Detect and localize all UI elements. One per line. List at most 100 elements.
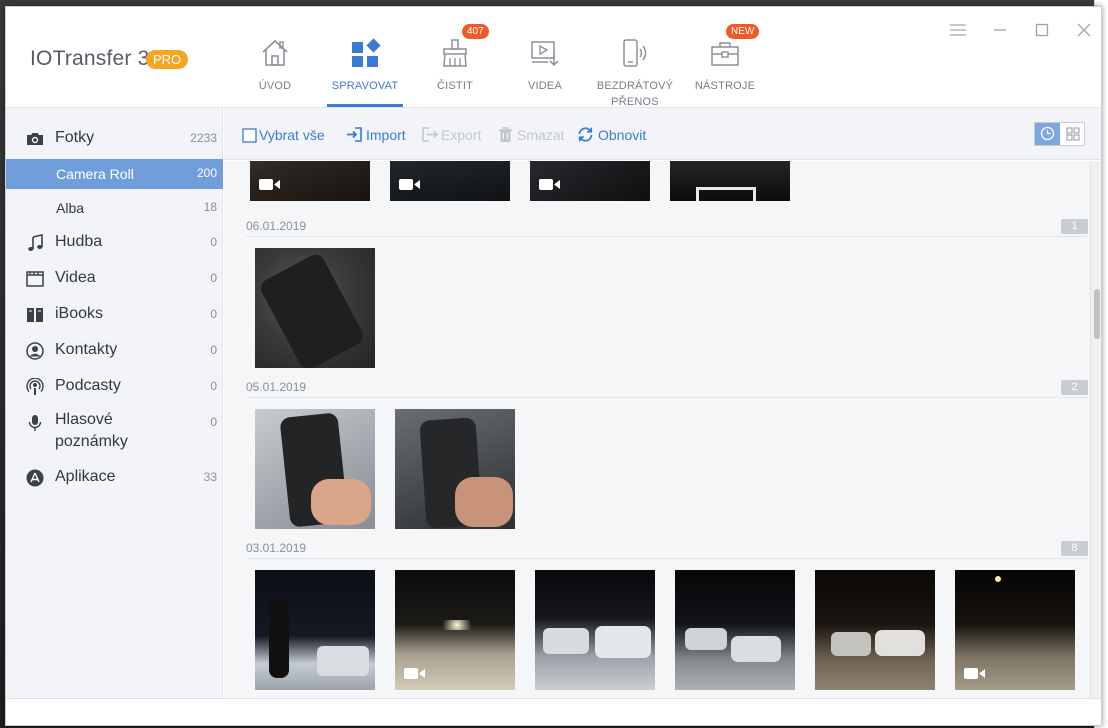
sidebar-item-count: 0	[210, 235, 217, 249]
photo-thumbnail[interactable]	[670, 161, 790, 201]
sidebar-item-label: Fotky	[55, 129, 95, 146]
phone-case-shape	[257, 251, 367, 368]
camera-icon	[27, 133, 43, 145]
date-count-badge: 1	[1061, 219, 1088, 234]
sidebar-item-label: Hlasové poznámky	[55, 409, 128, 453]
sidebar-item-label: Hudba	[55, 233, 103, 250]
film-icon	[26, 271, 44, 287]
timeline-view-button[interactable]	[1035, 123, 1060, 145]
sidebar-item-label: Videa	[55, 269, 96, 286]
checkbox-icon	[242, 128, 257, 143]
pro-badge: PRO	[146, 50, 189, 69]
nav-uvod[interactable]: ÚVOD	[236, 7, 314, 108]
clean-icon	[443, 39, 467, 67]
car-shape	[595, 626, 651, 658]
toolbar: Vybrat vše Import Export Smazat Obnovit	[224, 108, 1101, 160]
nav-label-line2: PŘENOS	[611, 96, 659, 108]
sidebar-item-aplikace[interactable]: Aplikace 33	[6, 463, 223, 493]
photo-thumbnail[interactable]	[255, 570, 375, 690]
nav-label: VIDEA	[527, 80, 562, 92]
minimize-icon[interactable]	[991, 21, 1009, 39]
header: IOTransfer 3 PRO ÚVOD SPRAVOVAT 407 ČIST…	[6, 7, 1101, 108]
sidebar: Fotky 2233 Camera Roll 200 Alba 18 Hudba…	[6, 108, 223, 698]
photo-thumbnail[interactable]	[955, 570, 1075, 690]
sidebar-item-alba[interactable]: Alba 18	[6, 193, 223, 223]
date-group-header: 06.01.2019 1	[246, 219, 1088, 237]
export-label: Export	[441, 127, 482, 143]
clock-digits	[696, 187, 756, 201]
video-camera-icon	[399, 179, 420, 190]
photo-thumbnail[interactable]	[815, 570, 935, 690]
nav-videa[interactable]: VIDEA	[506, 7, 584, 108]
date-label: 06.01.2019	[246, 219, 307, 233]
grid-view-button[interactable]	[1061, 123, 1085, 145]
photo-thumbnail[interactable]	[390, 161, 510, 201]
video-camera-icon	[539, 179, 560, 190]
sidebar-item-camera-roll[interactable]: Camera Roll 200	[6, 159, 223, 189]
export-icon	[422, 127, 438, 142]
date-label: 03.01.2019	[246, 541, 307, 555]
sidebar-item-kontakty[interactable]: Kontakty 0	[6, 336, 223, 366]
video-download-icon	[531, 41, 559, 67]
sidebar-item-count: 0	[210, 307, 217, 321]
car-shape	[731, 636, 781, 662]
sidebar-item-count: 0	[210, 271, 217, 285]
photo-thumbnail[interactable]	[675, 570, 795, 690]
nav-cistit[interactable]: 407 ČISTIT	[416, 7, 494, 108]
sidebar-item-podcasty[interactable]: Podcasty 0	[6, 372, 223, 402]
hand-shape	[311, 479, 371, 525]
app-window: IOTransfer 3 PRO ÚVOD SPRAVOVAT 407 ČIST…	[5, 6, 1102, 726]
video-camera-icon	[259, 179, 280, 190]
scrollbar-thumb[interactable]	[1094, 289, 1100, 339]
nav-label: BEZDRÁTOVÝ PŘENOS	[588, 78, 682, 110]
nav-spravovat[interactable]: SPRAVOVAT	[326, 7, 404, 108]
nav-label-line1: BEZDRÁTOVÝ	[596, 80, 674, 92]
sidebar-item-count: 18	[203, 200, 217, 214]
photo-thumbnail[interactable]	[255, 248, 375, 368]
photo-thumbnail[interactable]	[530, 161, 650, 201]
nav-bezdratovy-prenos[interactable]: BEZDRÁTOVÝ PŘENOS	[596, 7, 674, 108]
photo-thumbnail[interactable]	[395, 409, 515, 529]
status-bar	[6, 698, 1101, 725]
photo-thumbnail[interactable]	[250, 161, 370, 201]
contact-icon	[26, 342, 44, 360]
sidebar-item-label: Podcasty	[55, 377, 121, 394]
sidebar-item-count: 200	[196, 166, 217, 180]
toolbox-icon	[711, 42, 739, 66]
tools-new-badge: NEW	[726, 24, 760, 39]
sidebar-item-hlasove-poznamky[interactable]: Hlasové poznámky 0	[6, 408, 223, 454]
hand-shape	[455, 477, 513, 527]
nav-label: SPRAVOVAT	[331, 80, 399, 92]
car-shape	[317, 646, 369, 676]
car-shape	[543, 628, 589, 654]
sidebar-item-label: iBooks	[55, 305, 104, 322]
sidebar-item-label: Kontakty	[55, 341, 118, 358]
content-scrollbar[interactable]	[1090, 161, 1101, 698]
sidebar-item-hudba[interactable]: Hudba 0	[6, 228, 223, 258]
sidebar-item-count: 0	[210, 379, 217, 393]
grid-icon	[1066, 127, 1080, 141]
street-light-shape	[995, 576, 1001, 582]
sidebar-item-videa[interactable]: Videa 0	[6, 264, 223, 294]
podcast-icon	[26, 378, 44, 395]
sidebar-item-label-line1: Hlasové	[55, 411, 113, 428]
close-icon[interactable]	[1075, 21, 1093, 39]
photo-thumbnail[interactable]	[395, 570, 515, 690]
menu-icon[interactable]	[949, 21, 967, 39]
nav-nastroje[interactable]: NEW NÁSTROJE	[686, 7, 764, 108]
refresh-label: Obnovit	[598, 127, 647, 143]
nav-label: ÚVOD	[258, 80, 292, 92]
book-icon	[27, 308, 43, 322]
app-store-icon	[26, 469, 44, 487]
maximize-icon[interactable]	[1033, 21, 1051, 39]
photo-thumbnail[interactable]	[255, 409, 375, 529]
photo-thumbnail[interactable]	[535, 570, 655, 690]
date-count-badge: 2	[1061, 380, 1088, 395]
sidebar-item-ibooks[interactable]: iBooks 0	[6, 300, 223, 330]
sidebar-item-fotky[interactable]: Fotky 2233	[6, 124, 223, 154]
car-shape	[875, 630, 925, 656]
car-shape	[685, 628, 727, 650]
trash-icon	[499, 127, 512, 142]
nav-label: ČISTIT	[436, 80, 474, 92]
sidebar-item-label: Camera Roll	[56, 166, 134, 182]
